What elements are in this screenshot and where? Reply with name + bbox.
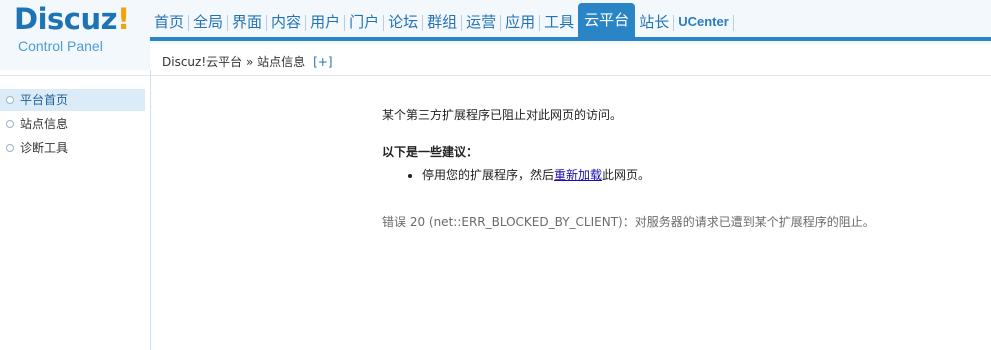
nav-content[interactable]: 内容 — [267, 9, 305, 37]
nav-users[interactable]: 用户 — [306, 9, 344, 37]
reload-link[interactable]: 重新加载 — [554, 168, 602, 182]
logo[interactable]: Discuz! Control Panel — [0, 0, 150, 70]
main-content: 某个第三方扩展程序已阻止对此网页的访问。 以下是一些建议： 停用您的扩展程序，然… — [151, 76, 991, 350]
bullet-icon — [6, 96, 14, 104]
add-shortcut-button[interactable]: [+] — [313, 55, 332, 69]
nav-apps[interactable]: 应用 — [501, 9, 539, 37]
suggestions-heading: 以下是一些建议： — [382, 145, 479, 159]
breadcrumb: Discuz!云平台 » 站点信息 [+] — [162, 53, 333, 70]
bullet-icon — [6, 144, 14, 152]
nav-tools[interactable]: 工具 — [540, 9, 578, 37]
logo-subtitle: Control Panel — [18, 38, 103, 54]
breadcrumb-text: Discuz!云平台 » 站点信息 — [162, 55, 306, 69]
nav-webmaster[interactable]: 站长 — [635, 9, 673, 37]
sidebar-item-label: 诊断工具 — [20, 141, 69, 155]
sidebar-item-site-info[interactable]: 站点信息 — [0, 113, 145, 135]
sidebar-item-diagnostic-tools[interactable]: 诊断工具 — [0, 137, 145, 159]
sidebar: 平台首页 站点信息 诊断工具 — [0, 70, 151, 350]
nav-separator — [732, 15, 734, 31]
error-code-text: 错误 20 (net::ERR_BLOCKED_BY_CLIENT)：对服务器的… — [382, 215, 875, 229]
sidebar-divider — [0, 75, 150, 76]
logo-brand: Discuz! — [14, 2, 130, 36]
nav-ucenter[interactable]: UCenter — [674, 9, 733, 37]
nav-cloud-platform[interactable]: 云平台 — [578, 3, 636, 37]
sidebar-menu: 平台首页 站点信息 诊断工具 — [0, 89, 145, 161]
sidebar-item-label: 平台首页 — [20, 93, 69, 107]
blocked-page-message: 某个第三方扩展程序已阻止对此网页的访问。 以下是一些建议： 停用您的扩展程序，然… — [382, 106, 942, 242]
suggestion-item: 停用您的扩展程序，然后重新加载此网页。 — [422, 166, 942, 183]
bullet-icon — [6, 120, 14, 128]
nav-underline — [150, 37, 991, 41]
breadcrumb-bar: Discuz!云平台 » 站点信息 [+] — [150, 44, 991, 76]
nav-global[interactable]: 全局 — [189, 9, 227, 37]
nav-forum[interactable]: 论坛 — [384, 9, 422, 37]
suggestions-list: 停用您的扩展程序，然后重新加载此网页。 — [382, 166, 942, 183]
top-nav: 首页 全局 界面 内容 用户 门户 论坛 群组 运营 应用 工具 云平台 站长 … — [150, 3, 734, 37]
nav-interface[interactable]: 界面 — [228, 9, 266, 37]
blocked-notice: 某个第三方扩展程序已阻止对此网页的访问。 — [382, 108, 623, 122]
sidebar-item-platform-home[interactable]: 平台首页 — [0, 89, 145, 111]
nav-groups[interactable]: 群组 — [423, 9, 461, 37]
sidebar-item-label: 站点信息 — [20, 117, 69, 131]
nav-portal[interactable]: 门户 — [345, 9, 383, 37]
nav-operations[interactable]: 运营 — [462, 9, 500, 37]
nav-home[interactable]: 首页 — [150, 9, 188, 37]
